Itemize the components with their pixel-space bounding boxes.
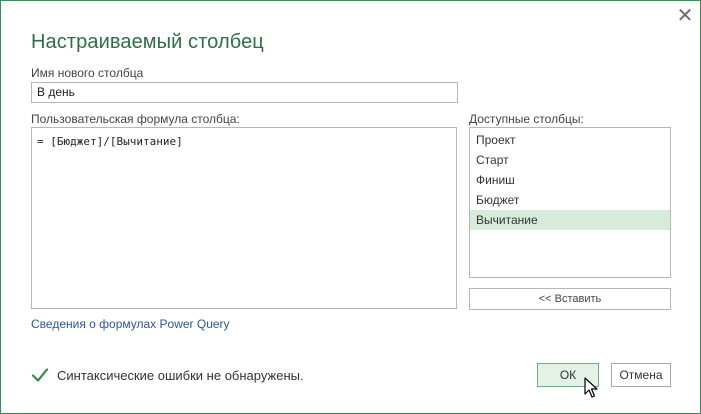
custom-column-dialog: ✕ Настраиваемый столбец Имя нового столб… [0,0,701,414]
insert-button[interactable]: << Вставить [469,288,671,310]
power-query-formulas-link[interactable]: Сведения о формулах Power Query [31,317,230,331]
formula-text: = [Бюджет]/[Вычитание] [37,135,183,148]
dialog-title: Настраиваемый столбец [31,31,264,53]
available-columns-label: Доступные столбцы: [469,112,584,126]
column-item-start[interactable]: Старт [470,150,670,170]
close-icon[interactable]: ✕ [674,5,696,27]
new-column-name-label: Имя нового столбца [31,66,144,80]
syntax-status-text: Синтаксические ошибки не обнаружены. [57,367,304,383]
cancel-button[interactable]: Отмена [611,363,671,387]
available-columns-list[interactable]: Проект Старт Финиш Бюджет Вычитание [469,127,671,278]
column-item-subtraction[interactable]: Вычитание [470,210,670,230]
column-item-finish[interactable]: Финиш [470,170,670,190]
custom-formula-editor[interactable]: = [Бюджет]/[Вычитание] [31,127,457,309]
checkmark-icon [31,368,49,382]
column-item-budget[interactable]: Бюджет [470,190,670,210]
custom-formula-label: Пользовательская формула столбца: [31,112,240,126]
column-item-project[interactable]: Проект [470,130,670,150]
mouse-pointer-icon [584,377,598,398]
syntax-status: Синтаксические ошибки не обнаружены. [31,367,304,383]
new-column-name-input[interactable] [31,82,458,103]
